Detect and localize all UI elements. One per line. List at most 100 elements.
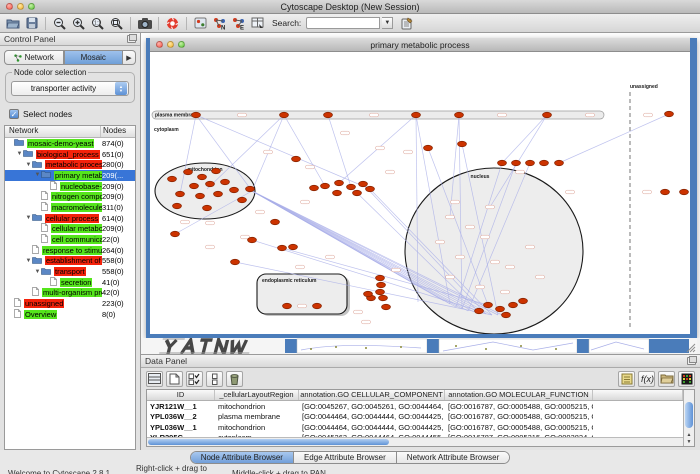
search-input[interactable]: [306, 17, 380, 29]
help-icon[interactable]: [164, 15, 181, 31]
tree-row[interactable]: secretion 41(0): [5, 277, 135, 288]
tree-row[interactable]: ▼transport558(0): [5, 266, 135, 277]
network-node: [212, 168, 221, 173]
edit-network-icon[interactable]: E: [230, 15, 247, 31]
tree-row[interactable]: ▼primary metabo209(...: [5, 170, 135, 181]
tree-row-node-count: 209(0): [102, 182, 135, 191]
node-label-chip: [264, 150, 273, 154]
attribute-notes-icon[interactable]: [618, 371, 635, 387]
network-file-icon: [41, 223, 48, 234]
attribute-batch-icon[interactable]: [398, 15, 415, 31]
attribute-table-icon[interactable]: [146, 371, 163, 387]
tree-row[interactable]: multi-organism pro42(0): [5, 288, 135, 299]
network-node: [376, 275, 385, 280]
tree-row-node-count: 311(0): [102, 203, 135, 212]
save-icon[interactable]: [23, 15, 40, 31]
tree-row[interactable]: cell communicat22(0): [5, 234, 135, 245]
node-color-select[interactable]: transporter activity ▲▼: [11, 81, 129, 96]
vizmap-network-icon[interactable]: N: [211, 15, 228, 31]
tree-expander-icon[interactable]: ▼: [25, 215, 32, 221]
folder-icon: [32, 256, 42, 266]
network-node: [171, 231, 180, 236]
tree-row-node-count: 41(0): [102, 278, 135, 287]
network-node: [231, 259, 240, 264]
node-label-chip: [586, 113, 595, 117]
tree-expander-icon[interactable]: ▼: [34, 172, 41, 178]
svg-text:E: E: [240, 25, 244, 30]
tree-row-node-count: 874(0): [102, 139, 135, 148]
zoom-in-icon[interactable]: [70, 15, 87, 31]
tree-expander-icon[interactable]: ▼: [16, 151, 23, 157]
table-horizontal-scrollbar[interactable]: [147, 437, 683, 446]
tree-row[interactable]: Overview8(0): [5, 309, 135, 320]
table-column-header[interactable]: ID: [147, 390, 215, 400]
tab-network-attribute-browser[interactable]: Network Attribute Browser: [397, 452, 509, 463]
node-label-chip: [446, 275, 455, 279]
import-table-icon[interactable]: [249, 15, 266, 31]
scroll-up-icon[interactable]: ▲: [684, 432, 694, 438]
float-data-panel-icon[interactable]: [687, 357, 696, 365]
network-node: [377, 282, 386, 287]
new-attribute-icon[interactable]: [166, 371, 183, 387]
tab-edge-attribute-browser[interactable]: Edge Attribute Browser: [294, 452, 397, 463]
zoom-one-to-one-icon[interactable]: 1:1: [89, 15, 106, 31]
formula-icon[interactable]: f(x): [638, 371, 655, 387]
tree-expander-icon[interactable]: ▼: [25, 258, 32, 264]
zoom-fit-icon[interactable]: [108, 15, 125, 31]
network-tree-header[interactable]: Network Nodes: [5, 126, 135, 138]
tree-row[interactable]: mosaic-demo-yeast874(0): [5, 138, 135, 149]
node-label-chip: [296, 265, 305, 269]
attribute-table-header[interactable]: ID_cellularLayoutRegionannotation.GO CEL…: [147, 390, 683, 401]
tree-row[interactable]: unassigned223(0): [5, 298, 135, 309]
delete-attribute-icon[interactable]: [226, 371, 243, 387]
open-icon[interactable]: [4, 15, 21, 31]
tree-row[interactable]: nucleobase-209(0): [5, 181, 135, 192]
select-attributes-icon[interactable]: [186, 371, 203, 387]
tree-row[interactable]: ▼cellular process614(0): [5, 213, 135, 224]
zoom-out-icon[interactable]: [51, 15, 68, 31]
import-attributes-icon[interactable]: [658, 371, 675, 387]
tab-overflow-icon[interactable]: ▶: [123, 50, 136, 65]
tree-row-label: secretion: [60, 278, 92, 287]
tab-mosaic[interactable]: Mosaic: [64, 50, 124, 65]
data-panel-toolbar: f(x): [141, 368, 700, 389]
tree-row[interactable]: nitrogen compo209(0): [5, 191, 135, 202]
unselect-attributes-icon[interactable]: [206, 371, 223, 387]
network-view-frame[interactable]: primary metabolic process plasma membran…: [146, 38, 697, 338]
tree-row-node-count: 22(0): [102, 235, 135, 244]
network-canvas[interactable]: plasma membranecytoplasmmitochondrionnuc…: [150, 52, 690, 334]
tree-row[interactable]: ▼metabolic process280(0): [5, 159, 135, 170]
tree-row-node-count: 8(0): [102, 310, 135, 319]
tree-row[interactable]: ▼establishment of lo558(0): [5, 256, 135, 267]
table-column-header[interactable]: _cellularLayoutRegion: [215, 390, 299, 400]
float-panel-icon[interactable]: [127, 35, 136, 43]
table-column-header[interactable]: annotation.GO MOLECULAR_FUNCTION: [445, 390, 593, 400]
node-label-chip: [376, 146, 385, 150]
tree-row[interactable]: cellular metabo209(0): [5, 224, 135, 235]
scroll-down-icon[interactable]: ▼: [684, 439, 694, 445]
table-row[interactable]: YPL036W__1mitochondrion[GO:0044464, GO:0…: [147, 422, 683, 433]
node-label-chip: [526, 245, 535, 249]
table-row[interactable]: YPL036W__2plasma membrane[GO:0044464, GO…: [147, 412, 683, 423]
table-column-header[interactable]: annotation.GO CELLULAR_COMPONENT: [299, 390, 445, 400]
table-row[interactable]: YJR121W__1mitochondrion[GO:0045267, GO:0…: [147, 401, 683, 412]
table-vertical-scrollbar[interactable]: ▲ ▼: [683, 390, 694, 446]
select-nodes-checkbox[interactable]: ✓: [9, 109, 19, 119]
network-node: [665, 111, 674, 116]
tree-expander-icon[interactable]: ▼: [34, 269, 41, 275]
select-nodes-label: Select nodes: [23, 109, 72, 119]
search-dropdown-icon[interactable]: ▼: [382, 17, 393, 29]
tree-expander-icon[interactable]: ▼: [25, 162, 32, 168]
tree-row[interactable]: macromolecule311(0): [5, 202, 135, 213]
tab-node-attribute-browser[interactable]: Node Attribute Browser: [191, 452, 294, 463]
network-view-titlebar[interactable]: primary metabolic process: [150, 38, 690, 52]
tab-network[interactable]: Network: [4, 50, 64, 65]
network-node: [280, 112, 289, 117]
matrix-icon[interactable]: [678, 371, 695, 387]
annotation-icon[interactable]: [192, 15, 209, 31]
tree-row[interactable]: response to stimulu264(0): [5, 245, 135, 256]
tree-row[interactable]: ▼biological_process651(0): [5, 149, 135, 160]
camera-icon[interactable]: [136, 15, 153, 31]
node-label-chip: [644, 113, 653, 117]
network-node: [283, 303, 292, 308]
